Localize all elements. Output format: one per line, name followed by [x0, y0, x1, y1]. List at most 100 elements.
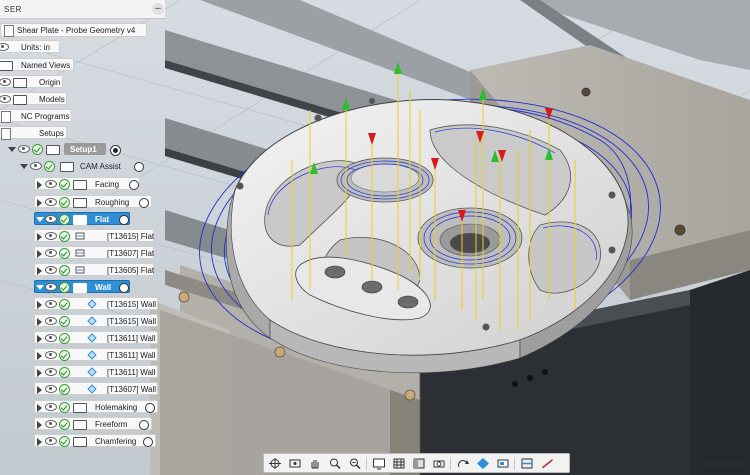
eye-icon[interactable] [45, 283, 57, 291]
setups-node[interactable]: Setups [0, 126, 67, 140]
eye-icon[interactable] [45, 232, 57, 240]
eye-icon[interactable] [45, 266, 57, 274]
eye-icon[interactable] [0, 95, 11, 103]
nc-programs-label: NC Programs [21, 112, 70, 121]
effects-icon[interactable] [496, 457, 510, 470]
holemaking-radio[interactable] [145, 403, 155, 413]
facing-node[interactable]: Facing [34, 177, 140, 190]
collapse-arrow-icon[interactable] [36, 285, 44, 290]
operation-item[interactable]: [T13607] Wall [34, 382, 158, 395]
collapse-arrow-icon[interactable] [8, 147, 16, 152]
layout-icon[interactable] [412, 457, 426, 470]
collapse-arrow-icon[interactable] [20, 164, 28, 169]
nc-programs-node[interactable]: NC Programs [0, 109, 72, 123]
eye-icon[interactable] [45, 300, 57, 308]
navigation-toolbar [263, 453, 570, 473]
models-node[interactable]: Models [0, 92, 67, 105]
flat-radio[interactable] [119, 215, 129, 225]
eye-icon[interactable] [45, 317, 57, 325]
eye-icon[interactable] [0, 43, 9, 51]
expand-arrow-icon[interactable] [37, 369, 42, 377]
named-views-node[interactable]: Named Views [0, 58, 74, 71]
expand-arrow-icon[interactable] [37, 335, 42, 343]
eye-icon[interactable] [45, 334, 57, 342]
operation-item[interactable]: [T13605] Flat [34, 263, 154, 276]
eye-icon[interactable] [45, 198, 57, 206]
display-settings-icon[interactable] [372, 457, 386, 470]
visual-style-icon[interactable] [456, 457, 470, 470]
operation-item[interactable]: [T13611] Wall [34, 348, 158, 361]
operations-count: 2 Operations [698, 459, 744, 468]
eye-icon[interactable] [0, 78, 11, 86]
expand-arrow-icon[interactable] [37, 404, 42, 412]
measure-icon[interactable] [540, 457, 554, 470]
expand-arrow-icon[interactable] [37, 250, 42, 258]
eye-icon[interactable] [45, 368, 57, 376]
facing-radio[interactable] [129, 180, 139, 190]
eye-icon[interactable] [45, 385, 57, 393]
expand-arrow-icon[interactable] [37, 233, 42, 241]
orbit-icon[interactable] [268, 457, 282, 470]
setup1-node[interactable]: Setup1 [8, 143, 124, 156]
operation-label: [T13611] Wall [107, 334, 156, 343]
eye-icon[interactable] [45, 215, 57, 223]
browser-collapse-button[interactable]: – [152, 3, 164, 15]
document-node[interactable]: Shear Plate - Probe Geometry v4 [0, 23, 147, 37]
wall-radio[interactable] [119, 283, 129, 293]
holemaking-node[interactable]: Holemaking [34, 400, 158, 413]
expand-arrow-icon[interactable] [37, 352, 42, 360]
eye-icon[interactable] [45, 420, 57, 428]
origin-node[interactable]: Origin [0, 75, 63, 88]
check-icon [44, 161, 55, 172]
hand-icon[interactable] [308, 457, 322, 470]
pan-icon[interactable] [288, 457, 302, 470]
zoom-window-icon[interactable] [348, 457, 362, 470]
expand-arrow-icon[interactable] [37, 386, 42, 394]
expand-arrow-icon[interactable] [37, 181, 42, 189]
setup1-label-box[interactable]: Setup1 [64, 143, 106, 155]
cam-assist-node[interactable]: CAM Assist [20, 160, 148, 173]
expand-arrow-icon[interactable] [37, 301, 42, 309]
operation-item[interactable]: [T13611] Wall [34, 331, 158, 344]
cam-assist-radio[interactable] [134, 162, 144, 172]
eye-icon[interactable] [18, 145, 30, 153]
units-label: Units: in [21, 43, 50, 52]
units-node[interactable]: Units: in [0, 40, 60, 53]
zoom-icon[interactable] [328, 457, 342, 470]
camera-icon[interactable] [432, 457, 446, 470]
wall-operation-icon [87, 350, 97, 360]
active-setup-radio[interactable] [110, 145, 121, 156]
check-icon [59, 231, 70, 242]
roughing-radio[interactable] [139, 198, 149, 208]
expand-arrow-icon[interactable] [37, 267, 42, 275]
operation-item[interactable]: [T13607] Flat [34, 246, 154, 259]
environment-icon[interactable] [476, 457, 490, 470]
operation-item[interactable]: [T13615] Wall [34, 314, 158, 327]
section-icon[interactable] [520, 457, 534, 470]
freeform-radio[interactable] [139, 420, 149, 430]
chamfering-node[interactable]: Chamfering [34, 434, 156, 447]
check-icon [59, 197, 70, 208]
eye-icon[interactable] [45, 351, 57, 359]
grid-icon[interactable] [392, 457, 406, 470]
flat-operation-icon [75, 232, 85, 240]
operation-item[interactable]: [T13615] Wall [34, 297, 158, 310]
origin-label: Origin [39, 78, 61, 87]
freeform-node[interactable]: Freeform [34, 417, 152, 430]
eye-icon[interactable] [45, 437, 57, 445]
expand-arrow-icon[interactable] [37, 318, 42, 326]
expand-arrow-icon[interactable] [37, 421, 42, 429]
expand-arrow-icon[interactable] [37, 438, 42, 446]
chamfering-radio[interactable] [143, 437, 153, 447]
operation-item[interactable]: [T13615] Flat [34, 229, 154, 242]
eye-icon[interactable] [45, 180, 57, 188]
operation-item[interactable]: [T13611] Wall [34, 365, 158, 378]
eye-icon[interactable] [30, 162, 42, 170]
wall-node[interactable]: Wall [34, 280, 130, 293]
roughing-node[interactable]: Roughing [34, 195, 152, 208]
collapse-arrow-icon[interactable] [36, 217, 44, 222]
flat-node[interactable]: Flat [34, 212, 130, 225]
expand-arrow-icon[interactable] [37, 199, 42, 207]
eye-icon[interactable] [45, 403, 57, 411]
eye-icon[interactable] [45, 249, 57, 257]
